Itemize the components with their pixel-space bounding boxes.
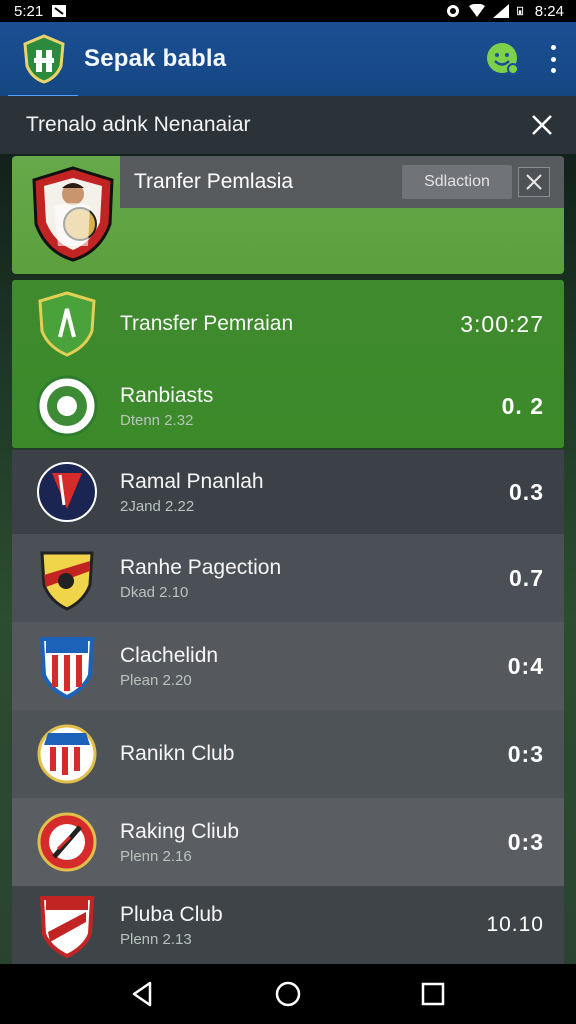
list-item-name: Pluba Club	[120, 902, 223, 926]
list-item[interactable]: Ranhe Pagection Dkad 2.10 0.7	[12, 534, 564, 622]
list-item-subtitle: Plenn 2.13	[120, 930, 192, 948]
signal-icon	[492, 4, 509, 18]
list-item-name: Clachelidn	[120, 643, 219, 667]
selection-pill[interactable]: Sdlaction	[402, 165, 512, 199]
panel-title: Trenalo adnk Nenanaiar	[26, 113, 251, 136]
wifi-icon	[468, 4, 485, 17]
featured-transfer-card[interactable]: Tranfer Pemlasia Sdlaction	[12, 156, 564, 274]
list-item-subtitle: Plean 2.20	[120, 671, 192, 689]
green-shield-crest-icon	[38, 291, 96, 357]
list-item[interactable]: Ranikn Club 0:3	[12, 710, 564, 798]
list-item-name: Transfer Pemraian	[120, 312, 294, 335]
round-striped-crest-icon	[37, 724, 97, 784]
shield-logo-icon[interactable]	[22, 34, 66, 84]
list-item[interactable]: Transfer Pemraian 3:00:27	[12, 282, 564, 366]
status-time-right: 8:24	[534, 2, 564, 20]
list-item-name: Ramal Pnanlah	[120, 469, 264, 493]
list-item-score: 0:3	[507, 828, 544, 855]
status-bar: 5:21 8:24	[0, 0, 576, 22]
navigation-bar	[0, 964, 576, 1024]
list-item-name: Ranikn Club	[120, 742, 235, 765]
app-bar: Sepak babla	[0, 22, 576, 96]
player-crest-icon	[32, 166, 114, 262]
red-blue-round-crest-icon	[37, 462, 97, 522]
more-vert-icon[interactable]	[548, 45, 558, 73]
list-item-name: Raking Cliub	[120, 819, 240, 843]
close-icon	[526, 174, 542, 190]
list-item[interactable]: Ramal Pnanlah 2Jand 2.22 0.3	[12, 450, 564, 534]
list-item[interactable]: Pluba Club Plenn 2.13 10.10	[12, 886, 564, 964]
notification-icon	[52, 5, 67, 17]
list-item-score: 3:00:27	[460, 310, 544, 337]
featured-title-bar: Tranfer Pemlasia Sdlaction	[120, 156, 564, 208]
list-item-name: Ranhe Pagection	[120, 555, 282, 579]
featured-title: Tranfer Pemlasia	[134, 170, 294, 193]
alarm-icon	[446, 5, 459, 17]
pill-close-button[interactable]	[518, 167, 550, 197]
list-item-subtitle: Plenn 2.16	[120, 847, 192, 865]
panel-header: Trenalo adnk Nenanaiar	[0, 96, 576, 154]
list-item-score: 0.7	[509, 564, 544, 591]
smiley-icon[interactable]	[486, 42, 520, 76]
list-item[interactable]: Clachelidn Plean 2.20 0:4	[12, 622, 564, 710]
list-item-name: Ranbiasts	[120, 383, 214, 407]
round-badge-crest-icon	[36, 375, 98, 437]
home-icon[interactable]	[273, 979, 303, 1009]
close-icon[interactable]	[530, 113, 554, 137]
list-item-subtitle: Dkad 2.10	[120, 583, 189, 601]
battery-icon	[516, 6, 523, 16]
red-white-shield-crest-icon	[39, 896, 95, 958]
list-item-score: 0:4	[507, 652, 544, 679]
list-item[interactable]: Ranbiasts Dtenn 2.32 0. 2	[12, 366, 564, 446]
list-item-score: 0. 2	[501, 392, 544, 419]
striped-shield-crest-icon	[39, 637, 95, 699]
status-time-left: 5:21	[14, 2, 44, 20]
list-item[interactable]: Raking Cliub Plenn 2.16 0:3	[12, 798, 564, 886]
back-icon[interactable]	[128, 979, 158, 1009]
list-item-score: 0:3	[507, 740, 544, 767]
recent-apps-icon[interactable]	[418, 979, 448, 1009]
list-item-score: 0.3	[509, 478, 544, 505]
list-item-score: 10.10	[486, 913, 544, 936]
yellow-shield-crest-icon	[40, 551, 94, 611]
list-item-subtitle: Dtenn 2.32	[120, 411, 194, 429]
app-title: Sepak babla	[84, 45, 227, 72]
red-round-crest-icon	[37, 812, 97, 872]
list-item-subtitle: 2Jand 2.22	[120, 497, 195, 515]
